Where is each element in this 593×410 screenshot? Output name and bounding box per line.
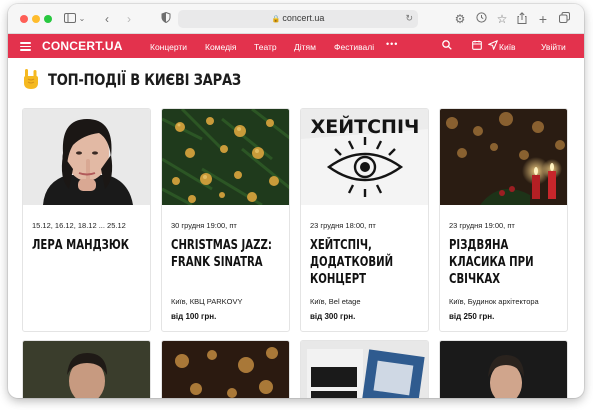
nav-comedy[interactable]: Комедія [205, 42, 237, 52]
nav-more-button[interactable]: ••• [386, 39, 398, 49]
nav-concerts[interactable]: Концерти [150, 42, 187, 52]
login-button[interactable]: Увійти [541, 42, 566, 52]
url-text: concert.ua [282, 13, 325, 23]
back-icon[interactable]: ‹ [102, 12, 112, 26]
event-card[interactable]: 30 грудня 19:00, пт CHRISTMAS JAZZ: FRAN… [161, 108, 290, 332]
zoom-window-button[interactable] [44, 15, 52, 23]
poster-heitspich-text: ХЕЙТСПІЧ [311, 115, 420, 138]
nav-kids[interactable]: Дітям [294, 42, 316, 52]
event-image [301, 341, 428, 398]
lock-icon: 🔒 [271, 16, 281, 23]
event-venue: Київ, Bel etage [310, 297, 361, 306]
event-date: 30 грудня 19:00, пт [171, 221, 237, 230]
reload-icon[interactable]: ↻ [405, 13, 413, 24]
history-icon[interactable] [475, 12, 487, 26]
event-image [23, 109, 150, 205]
search-icon[interactable] [442, 40, 452, 53]
event-title[interactable]: CHRISTMAS JAZZ: FRANK SINATRA [171, 237, 288, 271]
star-icon[interactable]: ☆ [496, 12, 508, 26]
event-card[interactable]: 23 грудня 19:00, пт РІЗДВЯНА КЛАСИКА ПРИ… [439, 108, 568, 332]
nav-theatre[interactable]: Театр [254, 42, 277, 52]
minimize-window-button[interactable] [32, 15, 40, 23]
site-header: CONCERT.UA Концерти Комедія Театр Дітям … [8, 34, 584, 58]
section-title: ТОП-ПОДІЇ В КИЄВІ ЗАРАЗ [48, 69, 241, 89]
sidebar-icon[interactable] [63, 12, 77, 26]
share-icon[interactable] [516, 12, 528, 26]
event-card[interactable] [161, 340, 290, 398]
event-venue: Київ, КВЦ PARKOVY [171, 297, 243, 306]
event-date: 23 грудня 18:00, пт [310, 221, 376, 230]
privacy-shield-icon[interactable] [160, 11, 172, 26]
event-image [440, 341, 567, 398]
browser-toolbar: ⌄ ‹ › 🔒 concert.ua ↻ ⚙ ☆ + [8, 4, 584, 34]
location-arrow-icon[interactable] [488, 40, 498, 53]
menu-icon[interactable] [20, 42, 31, 51]
event-title[interactable]: РІЗДВЯНА КЛАСИКА ПРИ СВІЧКАХ [449, 237, 566, 288]
new-tab-icon[interactable]: + [537, 12, 549, 26]
address-bar[interactable]: 🔒 concert.ua ↻ [178, 10, 418, 28]
event-card[interactable] [439, 340, 568, 398]
event-date: 15.12, 16.12, 18.12 ... 25.12 [32, 221, 126, 230]
event-card[interactable]: ХЕЙТСПІЧ 23 грудня 18:00, пт ХЕЙТСПІЧ, Д… [300, 108, 429, 332]
event-image: ХЕЙТСПІЧ [301, 109, 428, 205]
event-image [162, 109, 289, 205]
tabs-overview-icon[interactable] [558, 12, 570, 26]
gear-icon[interactable]: ⚙ [454, 12, 466, 26]
section-heading: ТОП-ПОДІЇ В КИЄВІ ЗАРАЗ [22, 66, 283, 92]
event-venue: Київ, Будинок архітектора [449, 297, 539, 306]
browser-window: ⌄ ‹ › 🔒 concert.ua ↻ ⚙ ☆ + CONCERT.UA Кон… [8, 4, 584, 398]
event-title[interactable]: ЛЕРА МАНДЗЮК [32, 237, 149, 254]
event-date: 23 грудня 19:00, пт [449, 221, 515, 230]
rock-hand-icon [24, 69, 38, 89]
forward-icon[interactable]: › [124, 12, 134, 26]
event-image [162, 341, 289, 398]
city-selector[interactable]: Київ [499, 42, 516, 52]
event-price: від 250 грн. [449, 312, 495, 321]
event-card[interactable] [300, 340, 429, 398]
calendar-icon[interactable] [472, 40, 482, 53]
site-logo[interactable]: CONCERT.UA [42, 39, 123, 53]
event-card[interactable] [22, 340, 151, 398]
event-card[interactable]: 15.12, 16.12, 18.12 ... 25.12 ЛЕРА МАНДЗ… [22, 108, 151, 332]
event-price: від 100 грн. [171, 312, 217, 321]
nav-festivals[interactable]: Фестивалі [334, 42, 374, 52]
event-image [440, 109, 567, 205]
close-window-button[interactable] [20, 15, 28, 23]
chevron-down-icon[interactable]: ⌄ [78, 12, 86, 26]
event-title[interactable]: ХЕЙТСПІЧ, ДОДАТКОВИЙ КОНЦЕРТ [310, 237, 427, 288]
event-image [23, 341, 150, 398]
event-price: від 300 грн. [310, 312, 356, 321]
